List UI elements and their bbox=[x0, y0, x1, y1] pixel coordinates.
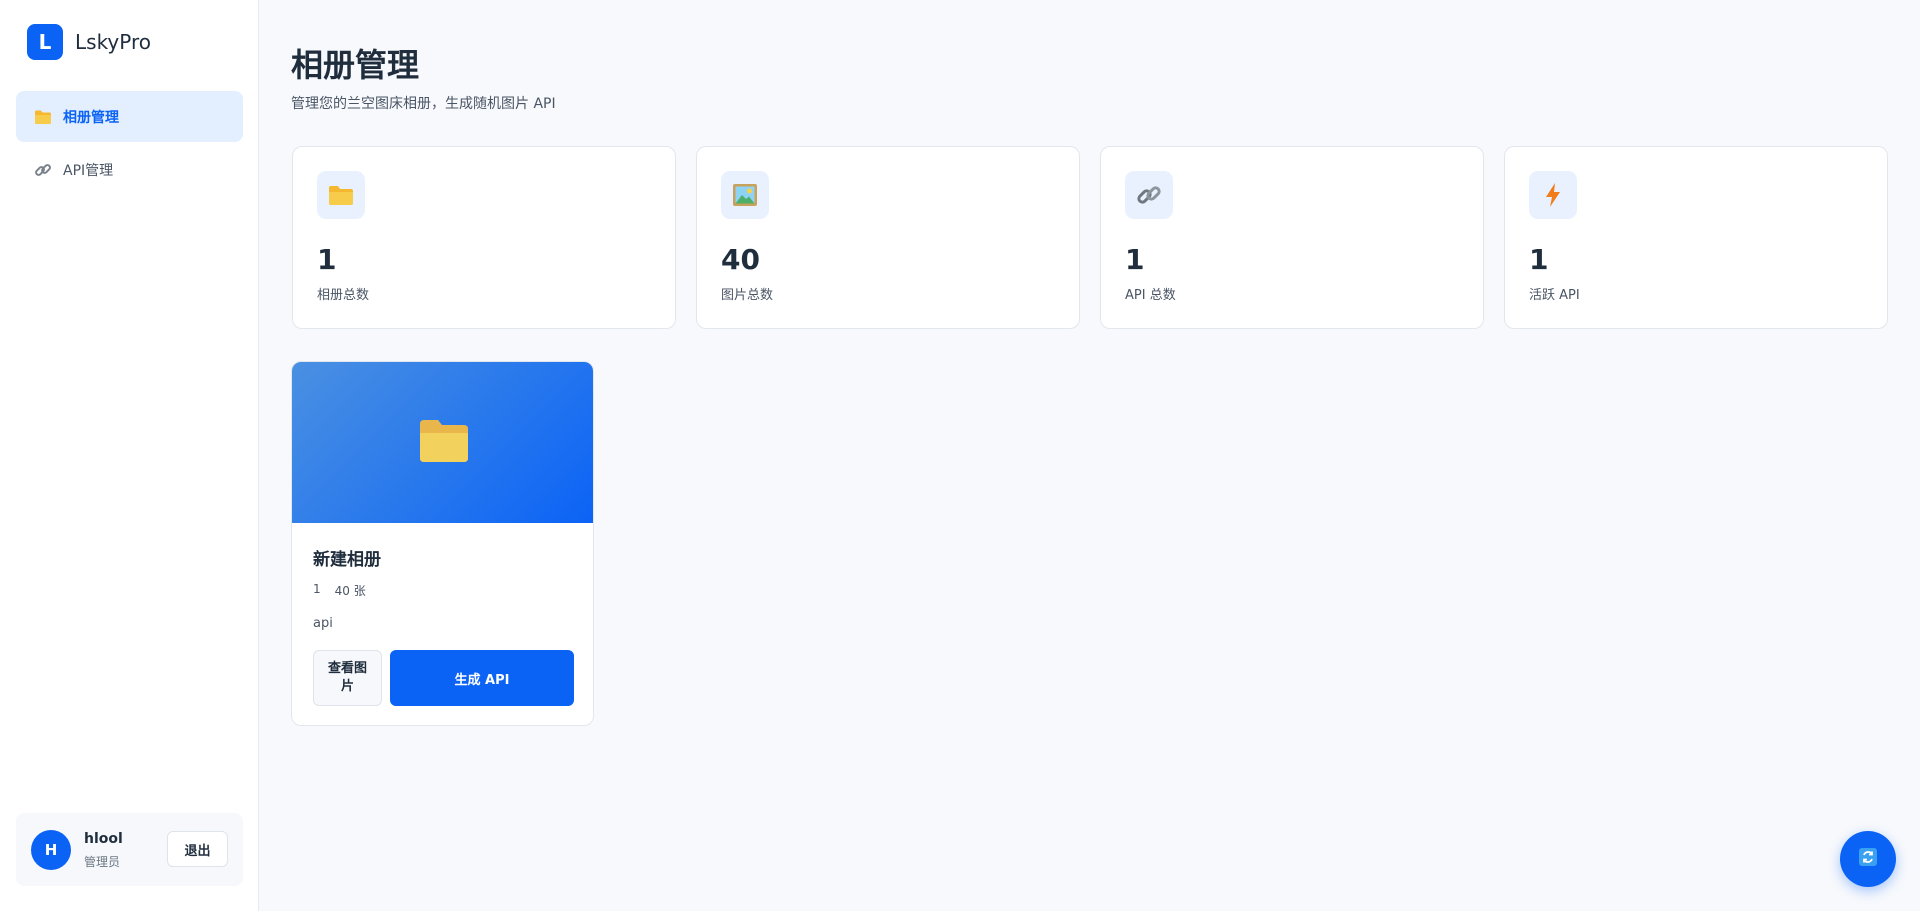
folder-icon bbox=[317, 171, 365, 219]
stat-card-images: 40 图片总数 bbox=[696, 146, 1080, 329]
sidebar-item-label: API管理 bbox=[63, 162, 114, 179]
user-card: H hlool 管理员 退出 bbox=[16, 813, 243, 886]
page-title: 相册管理 bbox=[291, 46, 420, 84]
stat-label: API 总数 bbox=[1125, 288, 1176, 303]
avatar: H bbox=[31, 830, 71, 870]
page-subtitle: 管理您的兰空图床相册，生成随机图片 API bbox=[291, 96, 556, 112]
album-image-count: 40 张 bbox=[334, 584, 366, 598]
sidebar-item-albums[interactable]: 相册管理 bbox=[16, 91, 243, 142]
stat-value: 1 bbox=[1529, 243, 1549, 276]
user-role: 管理员 bbox=[84, 855, 121, 869]
link-icon bbox=[1125, 171, 1173, 219]
album-cover[interactable] bbox=[292, 362, 593, 523]
stat-label: 活跃 API bbox=[1529, 288, 1580, 303]
album-title: 新建相册 bbox=[313, 550, 381, 570]
stat-label: 相册总数 bbox=[317, 288, 370, 303]
lightning-icon bbox=[1529, 171, 1577, 219]
view-images-button[interactable]: 查看图片 bbox=[313, 650, 382, 706]
user-name: hlool bbox=[84, 831, 123, 847]
stat-value: 40 bbox=[721, 243, 760, 276]
brand-name: LskyPro bbox=[75, 30, 151, 54]
stat-card-albums: 1 相册总数 bbox=[292, 146, 676, 329]
stat-card-api-total: 1 API 总数 bbox=[1100, 146, 1484, 329]
picture-icon bbox=[721, 171, 769, 219]
refresh-icon bbox=[1858, 847, 1878, 871]
album-id: 1 bbox=[313, 582, 321, 596]
sidebar-item-api[interactable]: API管理 bbox=[16, 144, 243, 195]
sidebar: L LskyPro 相册管理 API管理 H hlool 管理员 退出 bbox=[0, 0, 259, 911]
link-icon bbox=[32, 159, 54, 181]
album-card: 新建相册 1 40 张 api 查看图片 生成 API bbox=[291, 361, 594, 726]
stat-card-active-api: 1 活跃 API bbox=[1504, 146, 1888, 329]
folder-icon bbox=[32, 106, 54, 128]
sidebar-item-label: 相册管理 bbox=[63, 109, 119, 126]
stat-value: 1 bbox=[317, 243, 337, 276]
refresh-fab[interactable] bbox=[1840, 831, 1896, 887]
brand-logo: L bbox=[27, 24, 63, 60]
generate-api-button[interactable]: 生成 API bbox=[390, 650, 574, 706]
brand[interactable]: L LskyPro bbox=[27, 24, 151, 60]
stat-label: 图片总数 bbox=[721, 288, 774, 303]
logout-button[interactable]: 退出 bbox=[167, 831, 228, 867]
album-tag: api bbox=[313, 616, 333, 631]
stat-value: 1 bbox=[1125, 243, 1145, 276]
sidebar-nav: 相册管理 API管理 bbox=[16, 91, 243, 197]
folder-icon bbox=[418, 418, 470, 468]
album-meta: 1 40 张 bbox=[313, 582, 366, 599]
